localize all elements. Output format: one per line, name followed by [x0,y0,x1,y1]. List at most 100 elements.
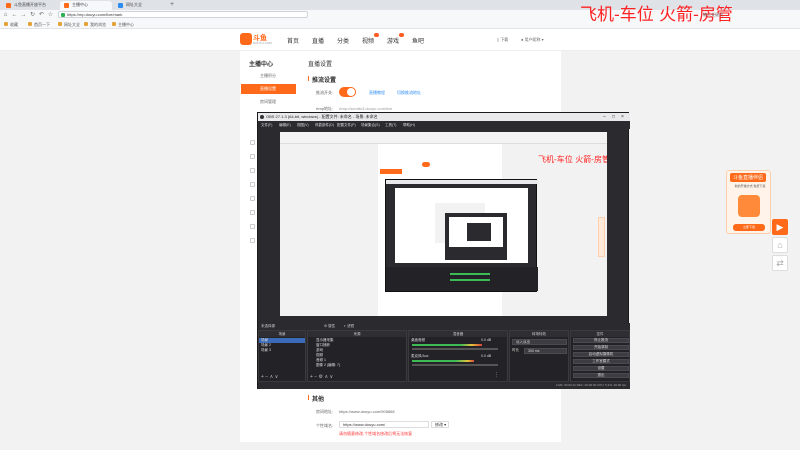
rtmp-value: rtmp://sendtc3.douyu.com/live [339,106,393,111]
menu-file[interactable]: 文件(F) [261,121,272,129]
studio-mode-button[interactable]: 工作室模式 [573,359,629,364]
download-link[interactable]: ▯ 下载 [497,37,508,43]
filters-button[interactable]: ◐ 滤镜 [344,323,354,330]
source-item[interactable]: 图像 2 (编辑: 7) [316,363,340,368]
mixer-db: 0.0 dB [481,354,492,358]
nested-obs-panels [386,267,538,291]
lock-icon [61,13,65,17]
nav-video[interactable]: 视频 [362,33,380,45]
nav-game[interactable]: 游戏 [387,33,405,45]
sources-panel-footer[interactable]: + − ⚙ ∧ ∨ [310,374,333,380]
browser-tab[interactable]: 斗鱼直播开放平台 [2,1,58,10]
properties-button[interactable]: ⚙ 属性 [324,323,335,330]
bookmark-item[interactable]: 我的浏览 [84,22,106,28]
new-badge [374,33,380,37]
obs-preview-canvas[interactable]: 飞机-车位 火箭-房管 [280,132,607,316]
sidebar-icon[interactable] [250,196,255,201]
sidebar-icon[interactable] [250,168,255,173]
undo-icon[interactable]: ↶ [38,11,45,19]
sidebar-icon[interactable] [250,182,255,187]
bookmark-item[interactable]: 首页一下 [28,22,50,28]
settings-button[interactable]: 设置 [573,366,629,371]
user-menu[interactable]: ● 用户昵称 ▾ [521,37,544,43]
sidebar-icon[interactable] [250,224,255,229]
tutorial-link[interactable]: 直播教程 [369,90,385,96]
nav-home[interactable]: 首页 [287,36,299,45]
nested-obs-preview [395,188,528,263]
obs-window[interactable]: OBS 27.1.3 (64-bit, windows) - 配置文件: 未命名… [257,112,630,389]
volume-slider[interactable] [412,348,498,350]
scene-item[interactable]: 场景 3 [261,348,271,353]
custom-domain-input[interactable]: https://www.douyu.com/ [339,421,429,428]
volume-slider[interactable] [412,364,498,366]
promo-card[interactable]: 斗鱼直播伴侣 新的开播方式 免费下载 立即下载 [726,170,771,234]
scene-panel-footer[interactable]: + − ∧ ∨ [261,374,278,380]
minimize-icon[interactable]: – [603,113,606,121]
promo-desc: 新的开播方式 免费下载 [734,184,766,188]
douyu-logo[interactable]: 斗鱼 DOUYU.COM [240,33,272,47]
controls-panel-header: 控件 [571,331,629,337]
transition-select[interactable]: 淡入淡出 [512,339,567,345]
home-float-icon[interactable]: ⌂ [772,237,788,253]
obs-title-bar: OBS 27.1.3 (64-bit, windows) - 配置文件: 未命名… [258,113,630,121]
menu-edit[interactable]: 编辑(E) [279,121,291,129]
play-icon[interactable]: ▶ [772,219,788,235]
share-icon[interactable]: ⇄ [772,255,788,271]
start-recording-button[interactable]: 开始录制 [573,345,629,350]
mixer-track-name: 桌面音频 [411,338,425,342]
mixer-menu-icon[interactable]: ⋮ [494,372,499,378]
section-title-other: 其他 [308,394,324,403]
sidebar-icon[interactable] [250,210,255,215]
nav-live[interactable]: 直播 [312,36,324,45]
menu-profile[interactable]: 配置文件(P) [337,121,356,129]
new-tab-icon[interactable]: + [170,1,174,8]
stop-streaming-button[interactable]: 停止推流 [573,338,629,343]
new-badge [399,33,405,37]
bookmark-item[interactable]: 主播中心 [112,22,134,28]
custom-domain-select[interactable]: 修改 ▾ [431,421,449,428]
duration-label: 时长 [512,348,519,352]
menu-docks[interactable]: 停靠部件(D) [315,121,334,129]
sidebar-item-room[interactable]: 房间管理 [250,97,295,107]
app-icon [738,195,760,217]
obs-status-bar: LIVE: 00:00:12 REC: 00:00:00 CPU: 5.2%, … [258,382,630,389]
menu-scenes[interactable]: 场景集合(S) [361,121,380,129]
duration-input[interactable]: 300 ms [524,348,567,354]
switch-address-link[interactable]: 切换推流地址 [397,90,421,96]
nested-obs-2 [445,213,507,260]
sidebar-item-live-settings[interactable]: 直播设置 [241,84,296,94]
bookmark-item[interactable]: 网址大全 [58,22,80,28]
virtual-camera-button[interactable]: 启动虚拟摄像机 [573,352,629,357]
site-header: 斗鱼 DOUYU.COM 首页 直播 分类 视频 游戏 鱼吧 ▯ 下载 ● 用户… [0,29,800,51]
menu-tools[interactable]: 工具(T) [385,121,396,129]
forward-arrow-icon[interactable]: → [20,11,27,19]
promo-download-button[interactable]: 立即下载 [733,224,765,231]
sidebar-icon[interactable] [250,140,255,145]
douyu-favicon-icon [6,3,11,8]
douyu-favicon-icon [64,3,69,8]
nested-obs-title [386,180,538,184]
home-icon[interactable]: ⌂ [2,11,9,19]
close-icon[interactable]: × [621,113,624,121]
reload-icon[interactable]: ↻ [29,11,36,19]
sidebar-item-points[interactable]: 主播积分 [250,71,295,81]
bookmark-item[interactable]: 收藏 [4,22,18,28]
stream-toggle[interactable] [339,87,356,97]
promo-title: 斗鱼直播伴侣 [730,173,767,182]
star-icon[interactable]: ☆ [47,11,54,19]
back-arrow-icon[interactable]: ← [11,11,18,19]
nav-category[interactable]: 分类 [337,36,349,45]
sidebar-icon[interactable] [250,154,255,159]
nested-banner-text: 飞机-车位 火箭-房管 [538,155,607,164]
maximize-icon[interactable]: □ [612,113,615,121]
nav-fishbar[interactable]: 鱼吧 [412,36,424,45]
menu-help[interactable]: 帮助(H) [403,121,415,129]
overlay-small-text: 输入关键词 [703,12,723,17]
menu-view[interactable]: 视图(V) [297,121,309,129]
controls-panel: 控件 停止推流 开始录制 启动虚拟摄像机 工作室模式 设置 退出 [570,330,630,382]
url-input[interactable]: https://mp.douyu.com/live/mark [58,11,308,18]
browser-tab[interactable]: 网址大全 [114,1,166,10]
browser-tab-active[interactable]: 主播中心 [60,1,112,10]
sidebar-icon[interactable] [250,238,255,243]
exit-button[interactable]: 退出 [573,373,629,378]
